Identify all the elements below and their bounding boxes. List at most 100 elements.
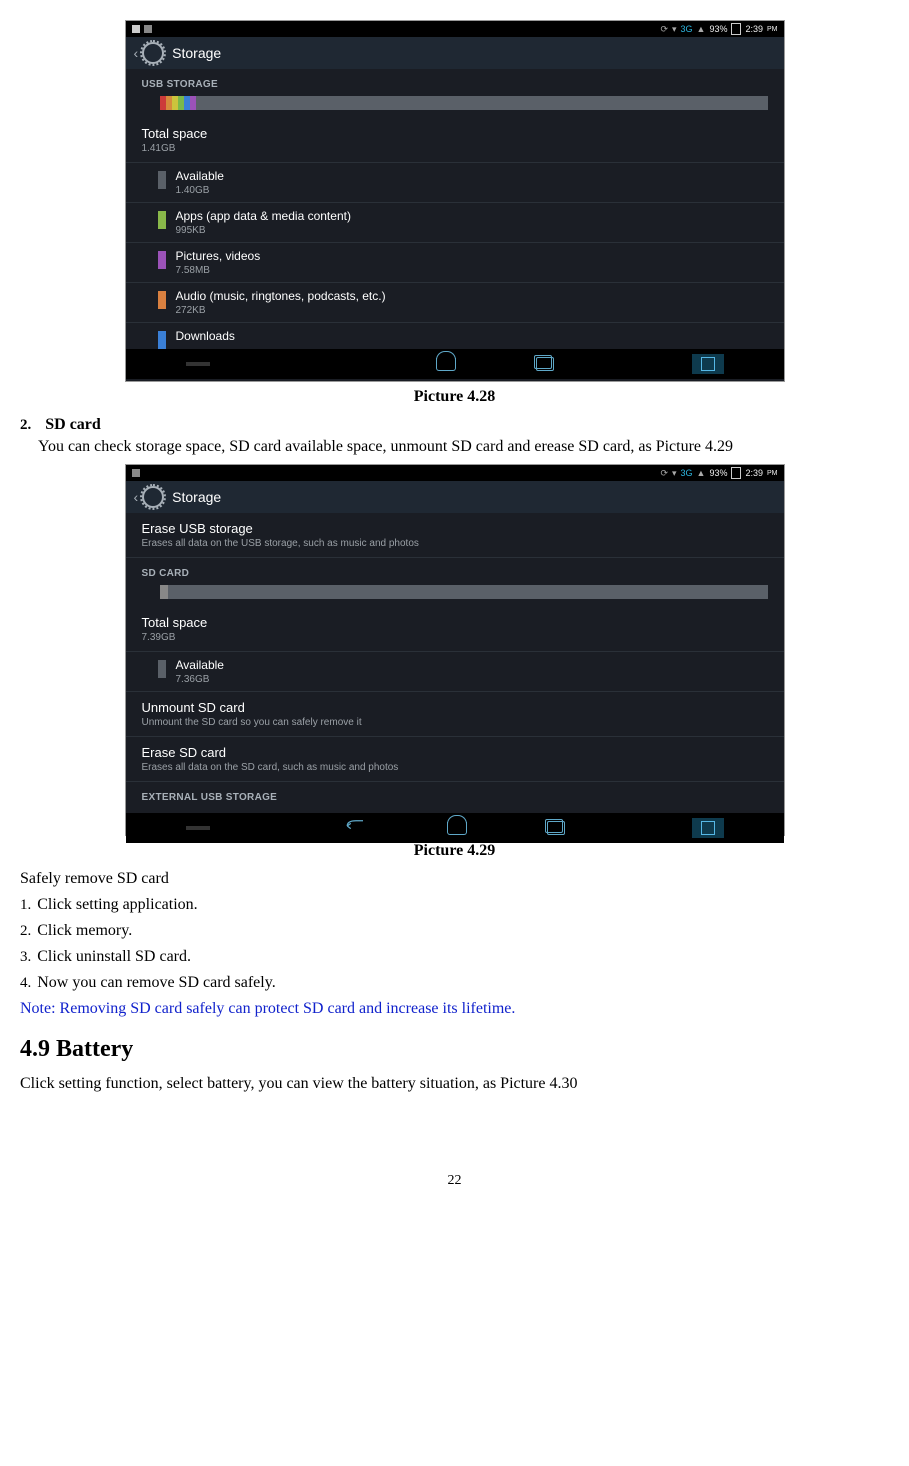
- stat-icon: [132, 25, 140, 33]
- pictures-row[interactable]: Pictures, videos 7.58MB: [126, 243, 784, 283]
- caption-4-28: Picture 4.28: [20, 388, 889, 406]
- back-icon[interactable]: ‹: [134, 45, 139, 61]
- battery-icon: [731, 467, 741, 479]
- step-text: Click setting application.: [37, 896, 197, 913]
- page-number: 22: [20, 1173, 889, 1189]
- settings-header[interactable]: ‹ Storage: [126, 37, 784, 69]
- network-label: 3G: [681, 24, 693, 34]
- step-num: 2.: [20, 923, 31, 939]
- screenshot-icon: [701, 357, 715, 371]
- section-sd-card: 2. SD card: [20, 416, 889, 434]
- nav-back-button[interactable]: [345, 819, 367, 838]
- sd-available-value: 7.36GB: [176, 674, 768, 685]
- erase-sd-subtitle: Erases all data on the SD card, such as …: [142, 762, 768, 773]
- screenshot-4-29: ⟳ ▾ 3G ▲ 93% 2:39 PM ‹ Storage Erase USB…: [125, 464, 785, 836]
- gear-icon: [142, 42, 164, 64]
- safely-remove-title: Safely remove SD card: [20, 870, 889, 888]
- sd-bar-used-seg: [160, 585, 168, 599]
- available-chip-icon: [158, 171, 166, 189]
- network-label: 3G: [681, 468, 693, 478]
- downloads-row[interactable]: Downloads: [126, 323, 784, 349]
- sd-total-row[interactable]: Total space 7.39GB: [126, 607, 784, 652]
- audio-value: 272KB: [176, 305, 768, 316]
- battery-text: 93%: [709, 24, 727, 34]
- screenshot-icon: [701, 821, 715, 835]
- step-num: 3.: [20, 949, 31, 965]
- erase-usb-label: Erase USB storage: [142, 521, 253, 536]
- step-num: 4.: [20, 975, 31, 991]
- step-num: 1.: [20, 897, 31, 913]
- clock-pm: PM: [767, 26, 778, 33]
- step-text: Click uninstall SD card.: [37, 948, 191, 965]
- total-space-value: 1.41GB: [142, 143, 768, 154]
- sd-card-paragraph: You can check storage space, SD card ava…: [38, 438, 889, 456]
- available-row[interactable]: Available 1.40GB: [126, 163, 784, 203]
- total-space-row[interactable]: Total space 1.41GB: [126, 118, 784, 163]
- unmount-sd-row[interactable]: Unmount SD card Unmount the SD card so y…: [126, 692, 784, 737]
- volume-indicator-icon[interactable]: [186, 826, 210, 830]
- signal-icon: ▾: [672, 468, 677, 479]
- sd-total-label: Total space: [142, 615, 208, 630]
- heading-4-9: 4.9 Battery: [20, 1036, 889, 1063]
- unmount-sd-label: Unmount SD card: [142, 700, 245, 715]
- back-icon[interactable]: ‹: [134, 489, 139, 505]
- sync-icon: ⟳: [660, 24, 668, 35]
- caption-4-29: Picture 4.29: [20, 842, 889, 860]
- signal-bars-icon: ▲: [697, 24, 706, 34]
- downloads-label: Downloads: [176, 329, 235, 343]
- battery-text: 93%: [709, 468, 727, 478]
- settings-header[interactable]: ‹ Storage: [126, 481, 784, 513]
- clock-pm: PM: [767, 470, 778, 477]
- volume-indicator-icon[interactable]: [186, 362, 210, 366]
- gear-icon: [142, 486, 164, 508]
- screenshot-4-28: ⟳ ▾ 3G ▲ 93% 2:39 PM ‹ Storage USB STORA…: [125, 20, 785, 382]
- pictures-value: 7.58MB: [176, 265, 768, 276]
- apps-chip-icon: [158, 211, 166, 229]
- bar-seg-purple: [190, 96, 196, 110]
- external-usb-section-label: EXTERNAL USB STORAGE: [126, 782, 784, 813]
- step-1: 1. Click setting application.: [20, 896, 889, 914]
- nav-recents-button[interactable]: [536, 357, 554, 371]
- sd-card-section-label: SD CARD: [126, 558, 784, 585]
- sync-icon: ⟳: [660, 468, 668, 479]
- pictures-chip-icon: [158, 251, 166, 269]
- nav-home-button[interactable]: [447, 822, 467, 835]
- storage-usage-bar[interactable]: [160, 96, 768, 110]
- clock-text: 2:39: [745, 468, 763, 478]
- erase-sd-label: Erase SD card: [142, 745, 227, 760]
- sd-total-value: 7.39GB: [142, 632, 768, 643]
- nav-home-button[interactable]: [436, 358, 456, 371]
- step-2: 2. Click memory.: [20, 922, 889, 940]
- total-space-label: Total space: [142, 126, 208, 141]
- sd-available-label: Available: [176, 658, 224, 672]
- audio-label: Audio (music, ringtones, podcasts, etc.): [176, 289, 386, 303]
- clock-text: 2:39: [745, 24, 763, 34]
- screenshot-button[interactable]: [692, 818, 724, 838]
- audio-row[interactable]: Audio (music, ringtones, podcasts, etc.)…: [126, 283, 784, 323]
- erase-sd-row[interactable]: Erase SD card Erases all data on the SD …: [126, 737, 784, 782]
- step-text: Now you can remove SD card safely.: [37, 974, 275, 991]
- sd-available-row[interactable]: Available 7.36GB: [126, 652, 784, 692]
- sd-available-chip-icon: [158, 660, 166, 678]
- screenshot-button[interactable]: [692, 354, 724, 374]
- signal-icon: ▾: [672, 24, 677, 35]
- steps-list: 1. Click setting application. 2. Click mem…: [20, 896, 889, 992]
- apps-row[interactable]: Apps (app data & media content) 995KB: [126, 203, 784, 243]
- available-label: Available: [176, 169, 224, 183]
- nav-recents-button[interactable]: [547, 821, 565, 835]
- erase-usb-row[interactable]: Erase USB storage Erases all data on the…: [126, 513, 784, 558]
- step-text: Click memory.: [37, 922, 132, 939]
- android-nav-bar: [126, 813, 784, 843]
- battery-icon: [731, 23, 741, 35]
- pictures-label: Pictures, videos: [176, 249, 261, 263]
- section-title: SD card: [45, 416, 101, 433]
- apps-value: 995KB: [176, 225, 768, 236]
- sd-usage-bar[interactable]: [160, 585, 768, 599]
- header-title: Storage: [172, 45, 221, 61]
- erase-usb-subtitle: Erases all data on the USB storage, such…: [142, 538, 768, 549]
- downloads-chip-icon: [158, 331, 166, 349]
- unmount-sd-subtitle: Unmount the SD card so you can safely re…: [142, 717, 768, 728]
- apps-label: Apps (app data & media content): [176, 209, 351, 223]
- signal-bars-icon: ▲: [697, 468, 706, 478]
- available-value: 1.40GB: [176, 185, 768, 196]
